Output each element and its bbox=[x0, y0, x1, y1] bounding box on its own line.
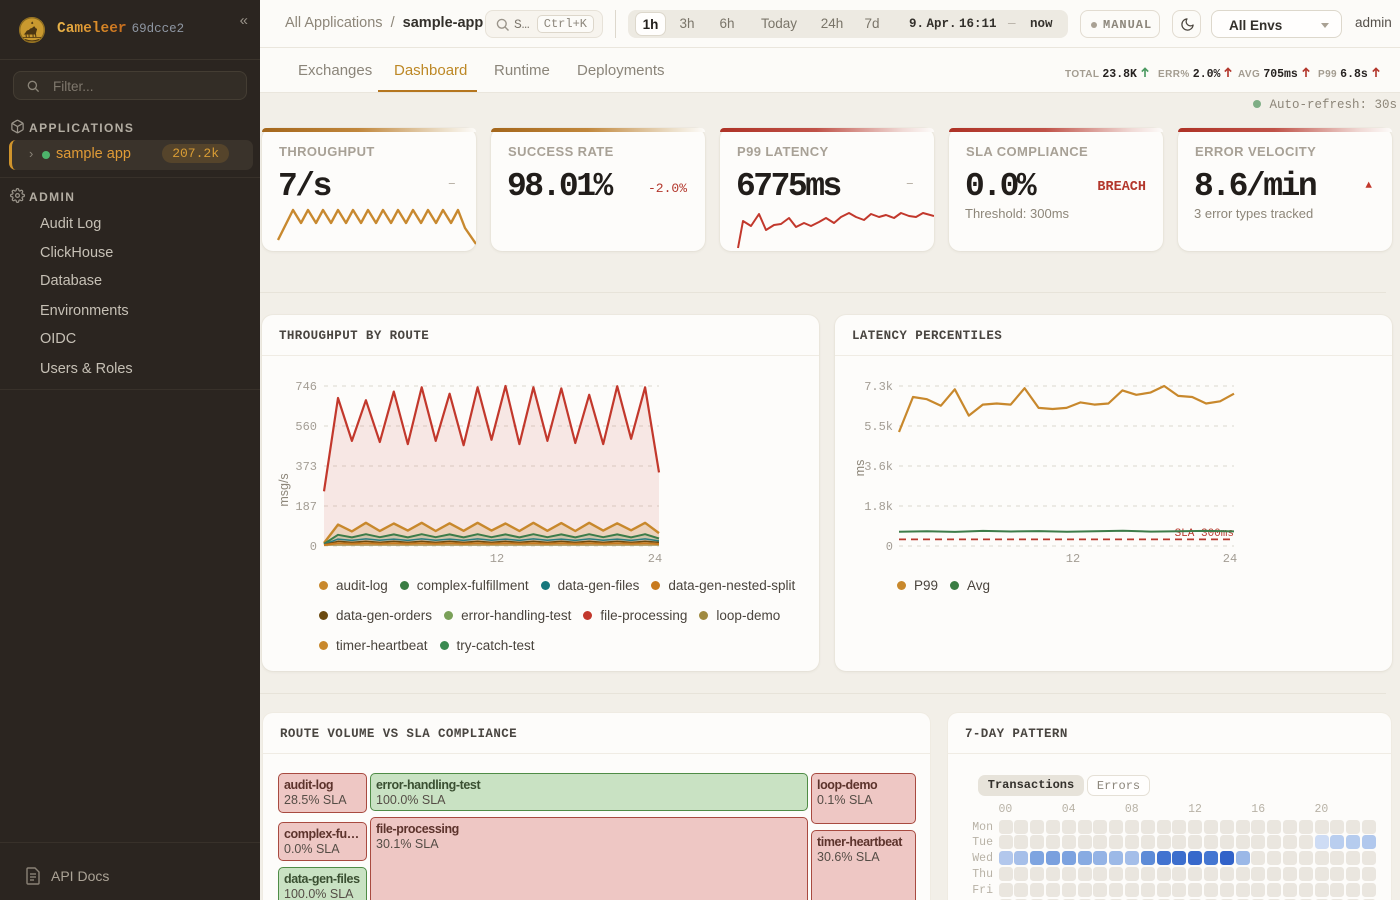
svg-text:7.3k: 7.3k bbox=[864, 380, 893, 394]
svg-text:0: 0 bbox=[886, 540, 893, 554]
svg-text:746: 746 bbox=[295, 380, 317, 394]
svg-text:187: 187 bbox=[295, 500, 317, 514]
svg-text:3.6k: 3.6k bbox=[864, 460, 893, 474]
svg-text:1.8k: 1.8k bbox=[864, 500, 893, 514]
svg-text:24: 24 bbox=[1223, 552, 1237, 566]
svg-text:SLA 300ms: SLA 300ms bbox=[1175, 528, 1234, 540]
svg-text:560: 560 bbox=[295, 420, 317, 434]
svg-text:24: 24 bbox=[648, 552, 662, 566]
svg-text:ms: ms bbox=[853, 460, 867, 477]
svg-text:msg/s: msg/s bbox=[277, 473, 291, 506]
svg-text:5.5k: 5.5k bbox=[864, 420, 893, 434]
svg-text:12: 12 bbox=[1066, 552, 1080, 566]
svg-text:0: 0 bbox=[310, 540, 317, 554]
svg-text:12: 12 bbox=[490, 552, 504, 566]
svg-text:373: 373 bbox=[295, 460, 317, 474]
